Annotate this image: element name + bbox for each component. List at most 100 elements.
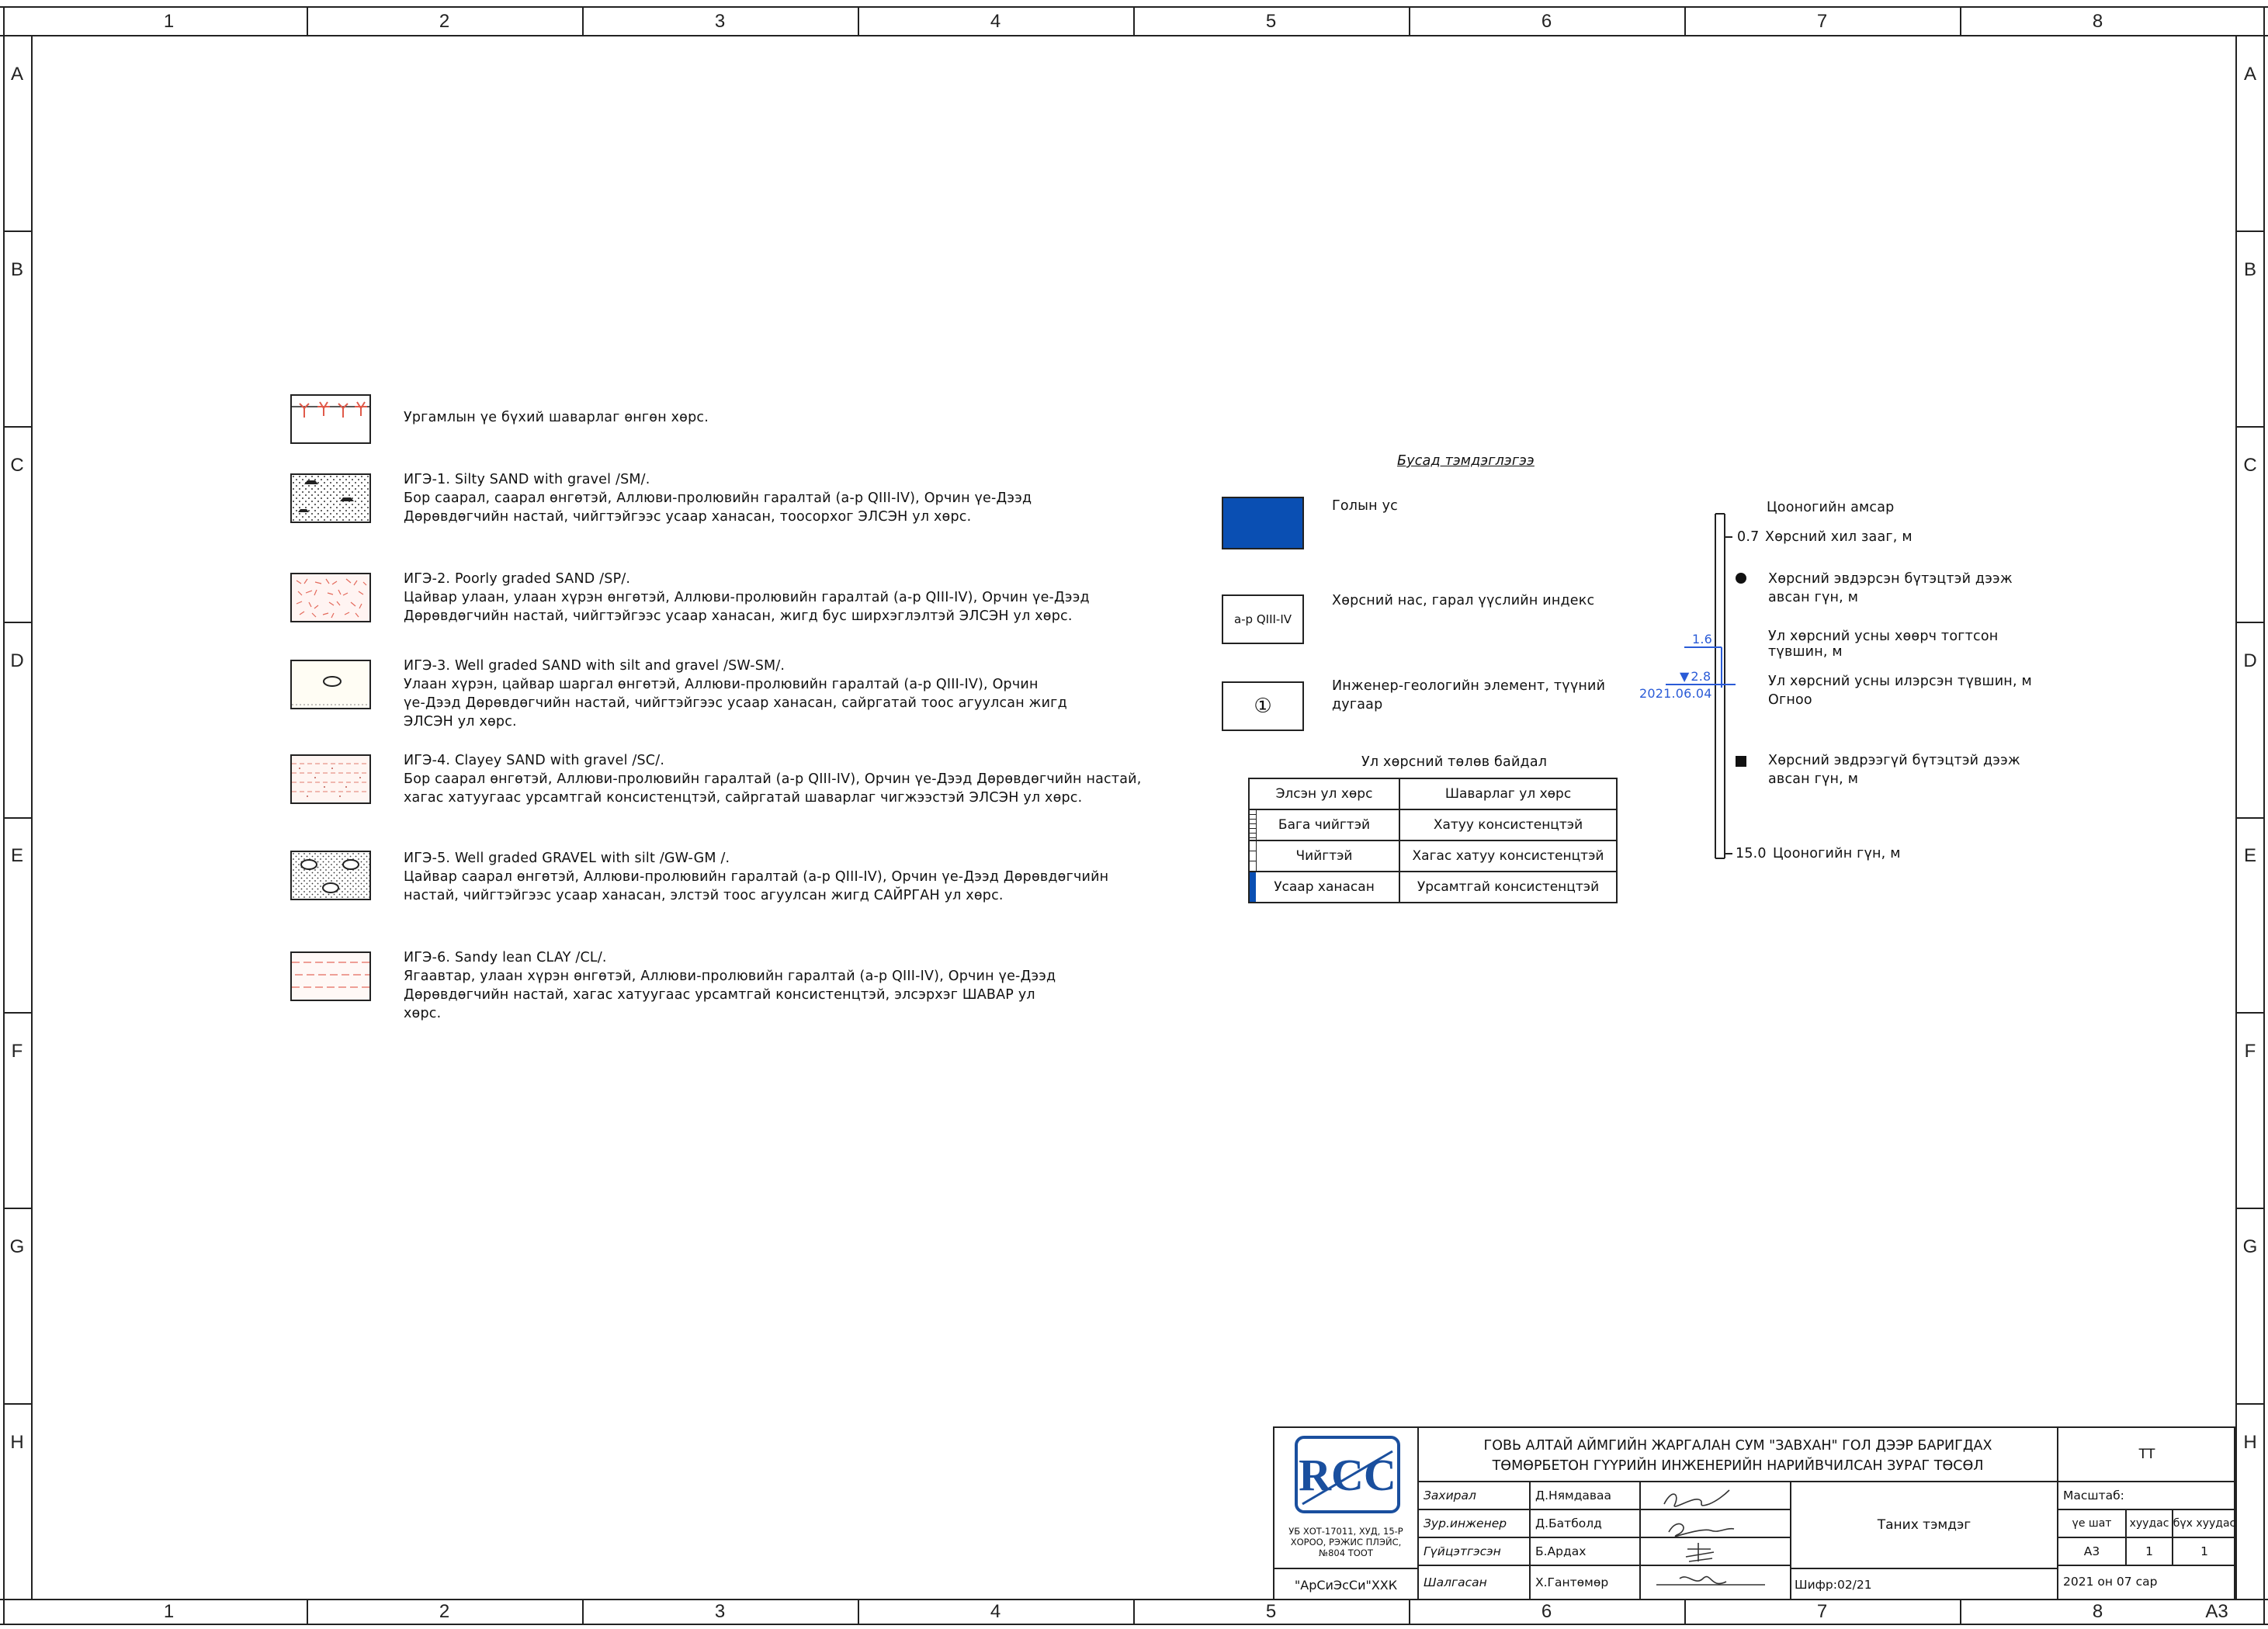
row-label: F bbox=[11, 1041, 23, 1062]
soil-state-title: Ул хөрсний төлөв байдал bbox=[1361, 754, 1548, 770]
column-label: 5 bbox=[1265, 1601, 1277, 1622]
legend-line: ИГЭ-5. Well graded GRAVEL with silt /GW-… bbox=[404, 851, 730, 866]
row-label: C bbox=[10, 454, 24, 476]
other-symbols-title: Бусад тэмдэглэгээ bbox=[1397, 453, 1535, 469]
legend-text-ige1: ИГЭ-1. Silty SAND with gravel /SM/. Бор … bbox=[404, 470, 1032, 526]
water-found-value: ▼ 2.8 bbox=[1680, 667, 1711, 686]
plant-topsoil-swatch bbox=[290, 394, 371, 444]
cipher: Шифр:02/21 bbox=[1795, 1578, 1872, 1592]
table-cell: Бага чийгтэй bbox=[1248, 809, 1400, 841]
sheet-size-label: A3 bbox=[2205, 1601, 2228, 1622]
total-label: бүх хуудас bbox=[2173, 1517, 2236, 1530]
row-label: B bbox=[10, 258, 23, 280]
table-row: Бага чийгтэй Хатуу консистенцтэй bbox=[1248, 809, 1618, 841]
ige2-poorly-graded-sand-swatch bbox=[290, 573, 371, 622]
row-label: C bbox=[2243, 454, 2257, 476]
column-label: 7 bbox=[1816, 11, 1828, 32]
column-label: 8 bbox=[2092, 1601, 2103, 1622]
legend-line: Дөрөвдөгчийн настай, чийгтэйгээс усаар х… bbox=[404, 509, 972, 525]
address-line: УБ ХОТ-17011, ХУД, 15-Р bbox=[1288, 1526, 1403, 1537]
water-found-number: 2.8 bbox=[1691, 669, 1711, 684]
name-performer: Б.Ардах bbox=[1535, 1544, 1587, 1558]
age-index-box: a-p QIII-IV bbox=[1222, 594, 1304, 644]
water-date: 2021.06.04 bbox=[1639, 686, 1712, 701]
address-line: ХОРОО, РЭЖИС ПЛЭЙС, bbox=[1290, 1537, 1402, 1548]
role-director: Захирал bbox=[1424, 1489, 1476, 1502]
disturbed-sample-label: Хөрсний эвдэрсэн бүтэцтэй дээж авсан гүн… bbox=[1768, 570, 2013, 607]
table-header: Шаварлаг ул хөрс bbox=[1399, 778, 1618, 810]
bottom-value: 15.0 bbox=[1736, 846, 1767, 861]
column-label: 8 bbox=[2092, 11, 2103, 32]
row-label: G bbox=[9, 1236, 25, 1258]
element-number-label: Инженер-геологийн элемент, түүний дугаар bbox=[1332, 677, 1605, 714]
legend-line: ИГЭ-4. Clayey SAND with gravel /SC/. bbox=[404, 753, 665, 768]
legend-line: Дөрөвдөгчийн настай, хагас хатуугаас урс… bbox=[404, 987, 1035, 1003]
column-label: 2 bbox=[439, 1601, 450, 1622]
signatures bbox=[1656, 1489, 1765, 1586]
legend-line: хөрс. bbox=[404, 1006, 442, 1021]
legend-line: хагас хатуугаас урсамтгай консистенцтэй,… bbox=[404, 790, 1083, 806]
river-swatch bbox=[1222, 497, 1304, 549]
table-row: Усаар ханасан Урсамтгай консистенцтэй bbox=[1248, 871, 1618, 903]
top-value: 0.7 bbox=[1737, 529, 1760, 545]
legend-line: Хөрсний эвдрээгүй бүтэцтэй дээж bbox=[1768, 753, 2020, 768]
legend-line: түвшин, м bbox=[1768, 644, 1843, 660]
legend-text-ige4: ИГЭ-4. Clayey SAND with gravel /SC/. Бор… bbox=[404, 751, 1142, 807]
scale-label: Масштаб: bbox=[2063, 1489, 2124, 1502]
disturbed-sample-marker bbox=[1736, 573, 1746, 584]
company-name: "АрСиЭсСи"ХХК bbox=[1294, 1577, 1398, 1593]
legend-line: Дөрөвдөгчийн настай, чийгтэйгээс усаар х… bbox=[404, 608, 1073, 624]
company-address: УБ ХОТ-17011, ХУД, 15-Р ХОРОО, РЭЖИС ПЛЭ… bbox=[1274, 1526, 1417, 1558]
legend-line: Ургамлын үе бүхий шаварлаг өнгөн хөрс. bbox=[404, 410, 709, 425]
title-block: RCC УБ ХОТ-17011, ХУД, 15-Р ХОРОО, РЭЖИС… bbox=[1273, 1426, 2235, 1600]
column-label: 5 bbox=[1265, 11, 1277, 32]
column-label: 6 bbox=[1541, 11, 1552, 32]
name-chief-engineer: Д.Батболд bbox=[1535, 1516, 1602, 1530]
column-label: 6 bbox=[1541, 1601, 1552, 1622]
cell-text: Усаар ханасан bbox=[1274, 879, 1375, 895]
table-cell: Хагас хатуу консистенцтэй bbox=[1399, 840, 1618, 872]
age-index-label: Хөрсний нас, гарал үүслийн индекс bbox=[1332, 593, 1595, 608]
row-label: A bbox=[2243, 63, 2256, 85]
age-index-code: a-p QIII-IV bbox=[1233, 612, 1292, 626]
column-label: 4 bbox=[990, 1601, 1001, 1622]
element-number-box: ① bbox=[1222, 681, 1304, 731]
table-row: Чийгтэй Хагас хатуу консистенцтэй bbox=[1248, 840, 1618, 872]
drawing-code: ТТ bbox=[2138, 1447, 2155, 1462]
name-director: Д.Нямдаваа bbox=[1535, 1489, 1612, 1502]
project-title: ГОВЬ АЛТАЙ АЙМГИЙН ЖАРГАЛАН СУМ "ЗАВХАН"… bbox=[1419, 1431, 2057, 1481]
undisturbed-sample-marker bbox=[1736, 756, 1746, 767]
sheet-label: хуудас bbox=[2129, 1517, 2169, 1530]
sheet-value: 1 bbox=[2145, 1544, 2153, 1558]
legend-text-plant: Ургамлын үе бүхий шаварлаг өнгөн хөрс. bbox=[404, 408, 709, 427]
row-label: H bbox=[2243, 1432, 2257, 1454]
sheet-title: Таних тэмдэг bbox=[1877, 1517, 1971, 1533]
company-logo: RCC bbox=[1295, 1436, 1400, 1513]
title-line: ГОВЬ АЛТАЙ АЙМГИЙН ЖАРГАЛАН СУМ "ЗАВХАН"… bbox=[1483, 1438, 1992, 1454]
bottom-label: Цооногийн гүн, м bbox=[1773, 846, 1901, 861]
name-checker: Х.Гантөмөр bbox=[1535, 1575, 1609, 1589]
soil-state-table: Элсэн ул хөрс Шаварлаг ул хөрс Бага чийг… bbox=[1248, 778, 1618, 903]
row-label: G bbox=[2242, 1236, 2258, 1258]
legend-line: ИГЭ-3. Well graded SAND with silt and gr… bbox=[404, 658, 785, 674]
row-label: F bbox=[2244, 1041, 2256, 1062]
legend-line: настай, чийгтэйгээс усаар ханасан, элстэ… bbox=[404, 888, 1004, 903]
legend-line: Огноо bbox=[1768, 692, 1812, 708]
column-label: 1 bbox=[163, 11, 175, 32]
legend-line: ИГЭ-1. Silty SAND with gravel /SM/. bbox=[404, 472, 650, 487]
column-label: 2 bbox=[439, 11, 450, 32]
water-stable-label: Ул хөрсний усны хөөрч тогтсон түвшин, м bbox=[1768, 629, 1998, 660]
row-label: E bbox=[2243, 845, 2256, 867]
row-label: E bbox=[10, 845, 23, 867]
river-label: Голын ус bbox=[1332, 498, 1398, 514]
table-row: Элсэн ул хөрс Шаварлаг ул хөрс bbox=[1248, 778, 1618, 810]
legend-text-ige3: ИГЭ-3. Well graded SAND with silt and gr… bbox=[404, 657, 1067, 731]
column-label: 3 bbox=[714, 1601, 726, 1622]
legend-text-ige2: ИГЭ-2. Poorly graded SAND /SP/. Цайвар у… bbox=[404, 570, 1090, 626]
table-header: Элсэн ул хөрс bbox=[1248, 778, 1400, 810]
total-value: 1 bbox=[2200, 1544, 2208, 1558]
legend-line: ИГЭ-6. Sandy lean CLAY /CL/. bbox=[404, 950, 607, 965]
row-label: A bbox=[10, 63, 23, 85]
role-chief-engineer: Зур.инженер bbox=[1424, 1516, 1507, 1530]
row-label: B bbox=[2243, 258, 2256, 280]
